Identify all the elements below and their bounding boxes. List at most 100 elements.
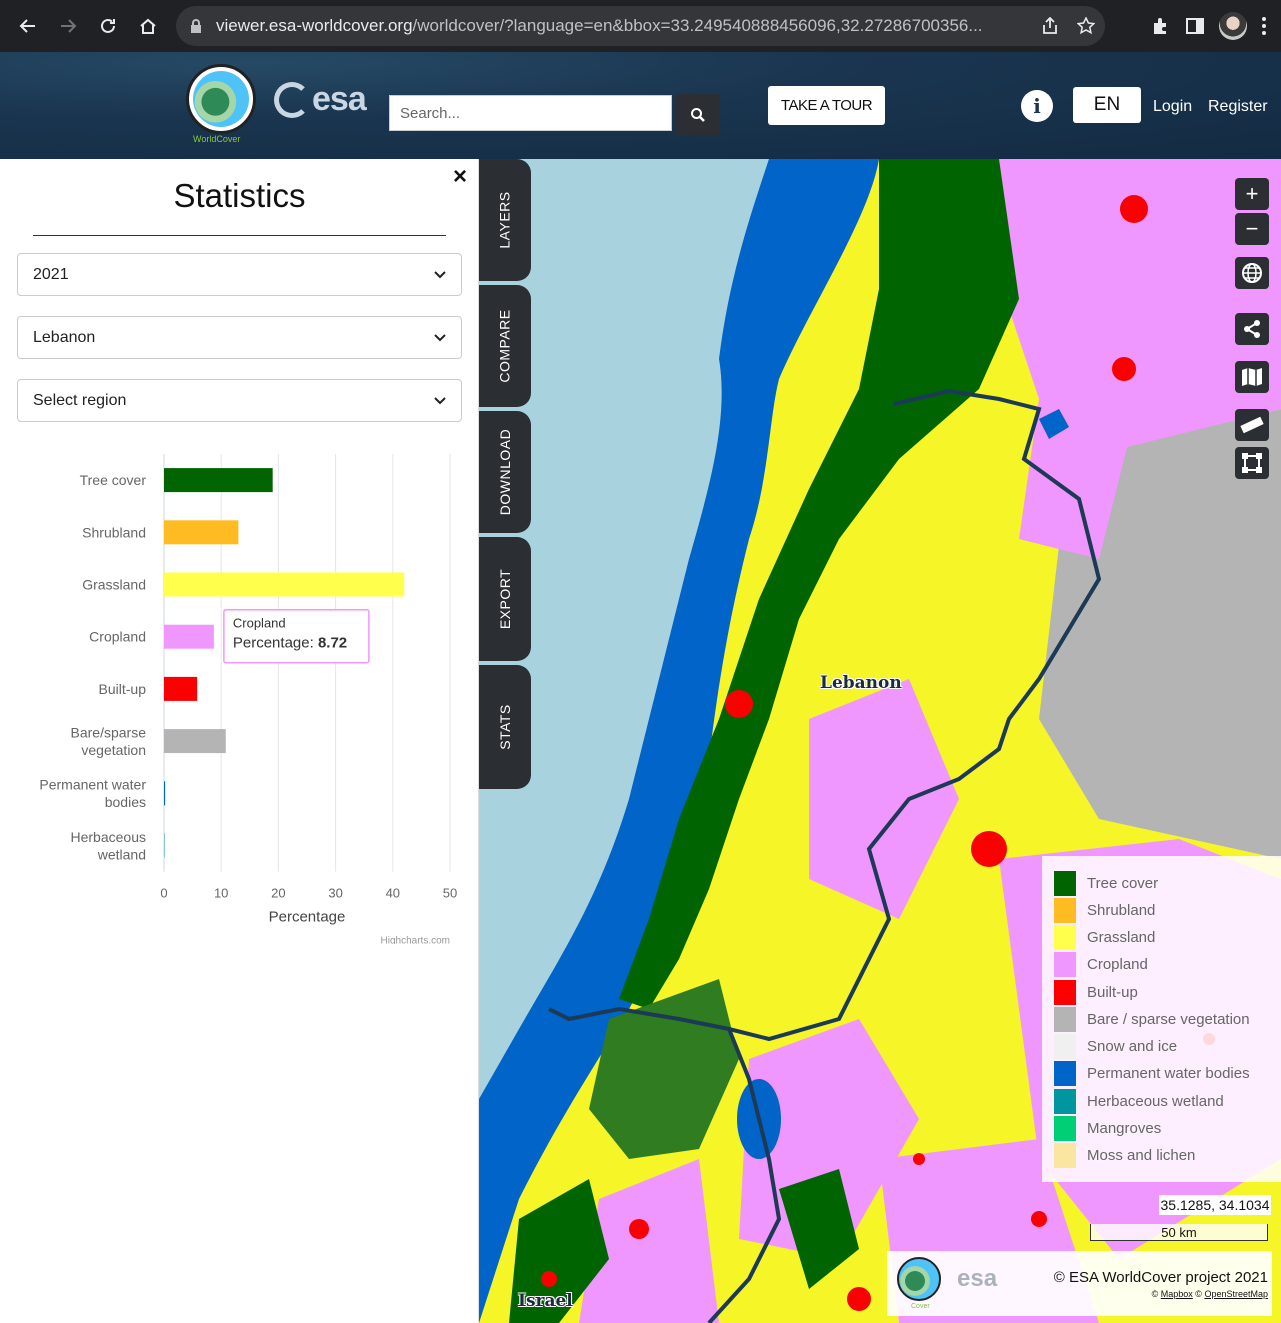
bar [164, 781, 166, 806]
chart-credit: Highcharts.com [381, 936, 450, 944]
draw-polygon-button[interactable] [1235, 447, 1269, 479]
x-tick-label: 20 [271, 886, 285, 901]
y-category-label: bodies [105, 794, 146, 810]
close-icon[interactable]: × [453, 163, 467, 191]
language-button[interactable]: EN [1073, 87, 1141, 123]
legend-swatch [1054, 1142, 1076, 1168]
tab-download[interactable]: DOWNLOAD [479, 411, 531, 533]
side-panel-icon[interactable] [1185, 16, 1205, 36]
address-bar[interactable]: viewer.esa-worldcover.org/worldcover/?la… [176, 6, 1105, 46]
panel-title: Statistics [173, 177, 306, 214]
globe-button[interactable] [1235, 257, 1269, 289]
legend-item: Grassland [1054, 924, 1155, 950]
polygon-select-icon [1242, 453, 1262, 473]
tab-compare[interactable]: COMPARE [479, 285, 531, 407]
legend-swatch [1054, 951, 1076, 977]
take-a-tour-button[interactable]: TAKE A TOUR [768, 86, 885, 125]
tooltip-value: Percentage: 8.72 [233, 635, 347, 652]
info-icon[interactable]: i [1021, 90, 1053, 122]
url-text: viewer.esa-worldcover.org/worldcover/?la… [216, 16, 983, 35]
tab-stats[interactable]: STATS [479, 665, 531, 789]
globe-icon [1242, 263, 1262, 283]
worldcover-logo[interactable] [186, 64, 256, 134]
search-input[interactable]: Search... [389, 95, 672, 131]
x-tick-label: 30 [328, 886, 342, 901]
reload-icon[interactable] [88, 6, 128, 46]
lock-icon [191, 19, 201, 33]
back-icon[interactable] [8, 6, 48, 46]
x-tick-label: 50 [443, 886, 457, 901]
forward-icon[interactable] [48, 6, 88, 46]
map-icon [1242, 368, 1262, 386]
bar [164, 624, 214, 649]
search-icon [691, 107, 705, 122]
small-logo-label: Cover [911, 1303, 930, 1310]
bar [164, 468, 273, 493]
legend-item: Tree cover [1054, 870, 1158, 896]
legend-item: Moss and lichen [1054, 1142, 1195, 1168]
bar [164, 729, 226, 754]
mapbox-link[interactable]: Mapbox [1161, 1289, 1193, 1299]
land-cover-bar-chart: 0 10 20 30 40 50 Tree cover Shrubland Grassland C… [39, 454, 457, 944]
statistics-panel: Statistics × 2021 Lebanon Select region … [0, 159, 479, 1323]
tooltip-category: Cropland [233, 616, 286, 631]
legend-swatch [1054, 870, 1076, 896]
region-select[interactable]: Select region [17, 379, 462, 422]
cursor-coordinates: 35.1285, 34.1034 [1159, 1195, 1271, 1215]
legend-swatch [1054, 924, 1076, 950]
year-select[interactable]: 2021 [17, 253, 462, 296]
country-select[interactable]: Lebanon [17, 316, 462, 359]
menu-dots-icon[interactable] [1261, 16, 1267, 36]
y-category-label: Herbaceous [71, 829, 147, 845]
legend-item: Snow and ice [1054, 1033, 1177, 1059]
legend-item: Permanent water bodies [1054, 1060, 1250, 1086]
chevron-down-icon [434, 396, 446, 404]
tab-export[interactable]: EXPORT [479, 537, 531, 661]
measure-button[interactable] [1235, 409, 1269, 441]
map-legend: Tree cover Shrubland Grassland Cropland … [1042, 856, 1281, 1182]
share-page-icon[interactable] [1041, 17, 1059, 35]
legend-item: Bare / sparse vegetation [1054, 1006, 1250, 1032]
y-category-label: Bare/sparse [71, 724, 147, 740]
x-tick-label: 40 [386, 886, 400, 901]
y-category-label: Permanent water [39, 777, 146, 793]
tab-layers[interactable]: LAYERS [479, 159, 531, 281]
scale-bar: 50 km [1090, 1224, 1268, 1241]
worldcover-small-logo [897, 1257, 941, 1301]
y-category-label: Tree cover [80, 472, 147, 488]
share-button[interactable] [1235, 313, 1269, 345]
bar [164, 520, 239, 545]
extensions-icon[interactable] [1151, 16, 1171, 36]
x-axis-title: Percentage [269, 909, 346, 926]
y-category-label: Shrubland [82, 524, 146, 540]
share-icon [1244, 320, 1260, 338]
attribution-text: © ESA WorldCover project 2021 [1053, 1269, 1268, 1286]
legend-swatch [1054, 897, 1076, 923]
login-link[interactable]: Login [1153, 98, 1192, 116]
osm-link[interactable]: OpenStreetMap [1204, 1289, 1268, 1299]
y-category-label: Cropland [89, 629, 146, 645]
bar [164, 676, 198, 701]
y-category-label: wetland [97, 846, 146, 862]
legend-item: Built-up [1054, 979, 1138, 1005]
search-button[interactable] [676, 94, 720, 135]
esa-logo[interactable]: esa [274, 80, 367, 119]
zoom-out-button[interactable]: − [1235, 213, 1269, 245]
legend-item: Herbaceous wetland [1054, 1088, 1224, 1114]
legend-item: Mangroves [1054, 1115, 1161, 1141]
bar [164, 833, 165, 858]
basemap-button[interactable] [1235, 361, 1269, 393]
bookmark-star-icon[interactable] [1077, 17, 1095, 35]
chevron-down-icon [434, 333, 446, 341]
ruler-icon [1240, 416, 1264, 434]
esa-small-logo: esa [957, 1265, 998, 1292]
zoom-in-button[interactable]: + [1235, 178, 1269, 210]
divider [33, 235, 446, 236]
attribution-links: © Mapbox © OpenStreetMap [1151, 1289, 1268, 1299]
app-header: WorldCover esa Search... TAKE A TOUR i E… [0, 52, 1281, 159]
home-icon[interactable] [128, 6, 168, 46]
legend-swatch [1054, 1115, 1076, 1141]
legend-swatch [1054, 1060, 1076, 1086]
profile-avatar[interactable] [1219, 12, 1247, 40]
register-link[interactable]: Register [1208, 98, 1268, 116]
